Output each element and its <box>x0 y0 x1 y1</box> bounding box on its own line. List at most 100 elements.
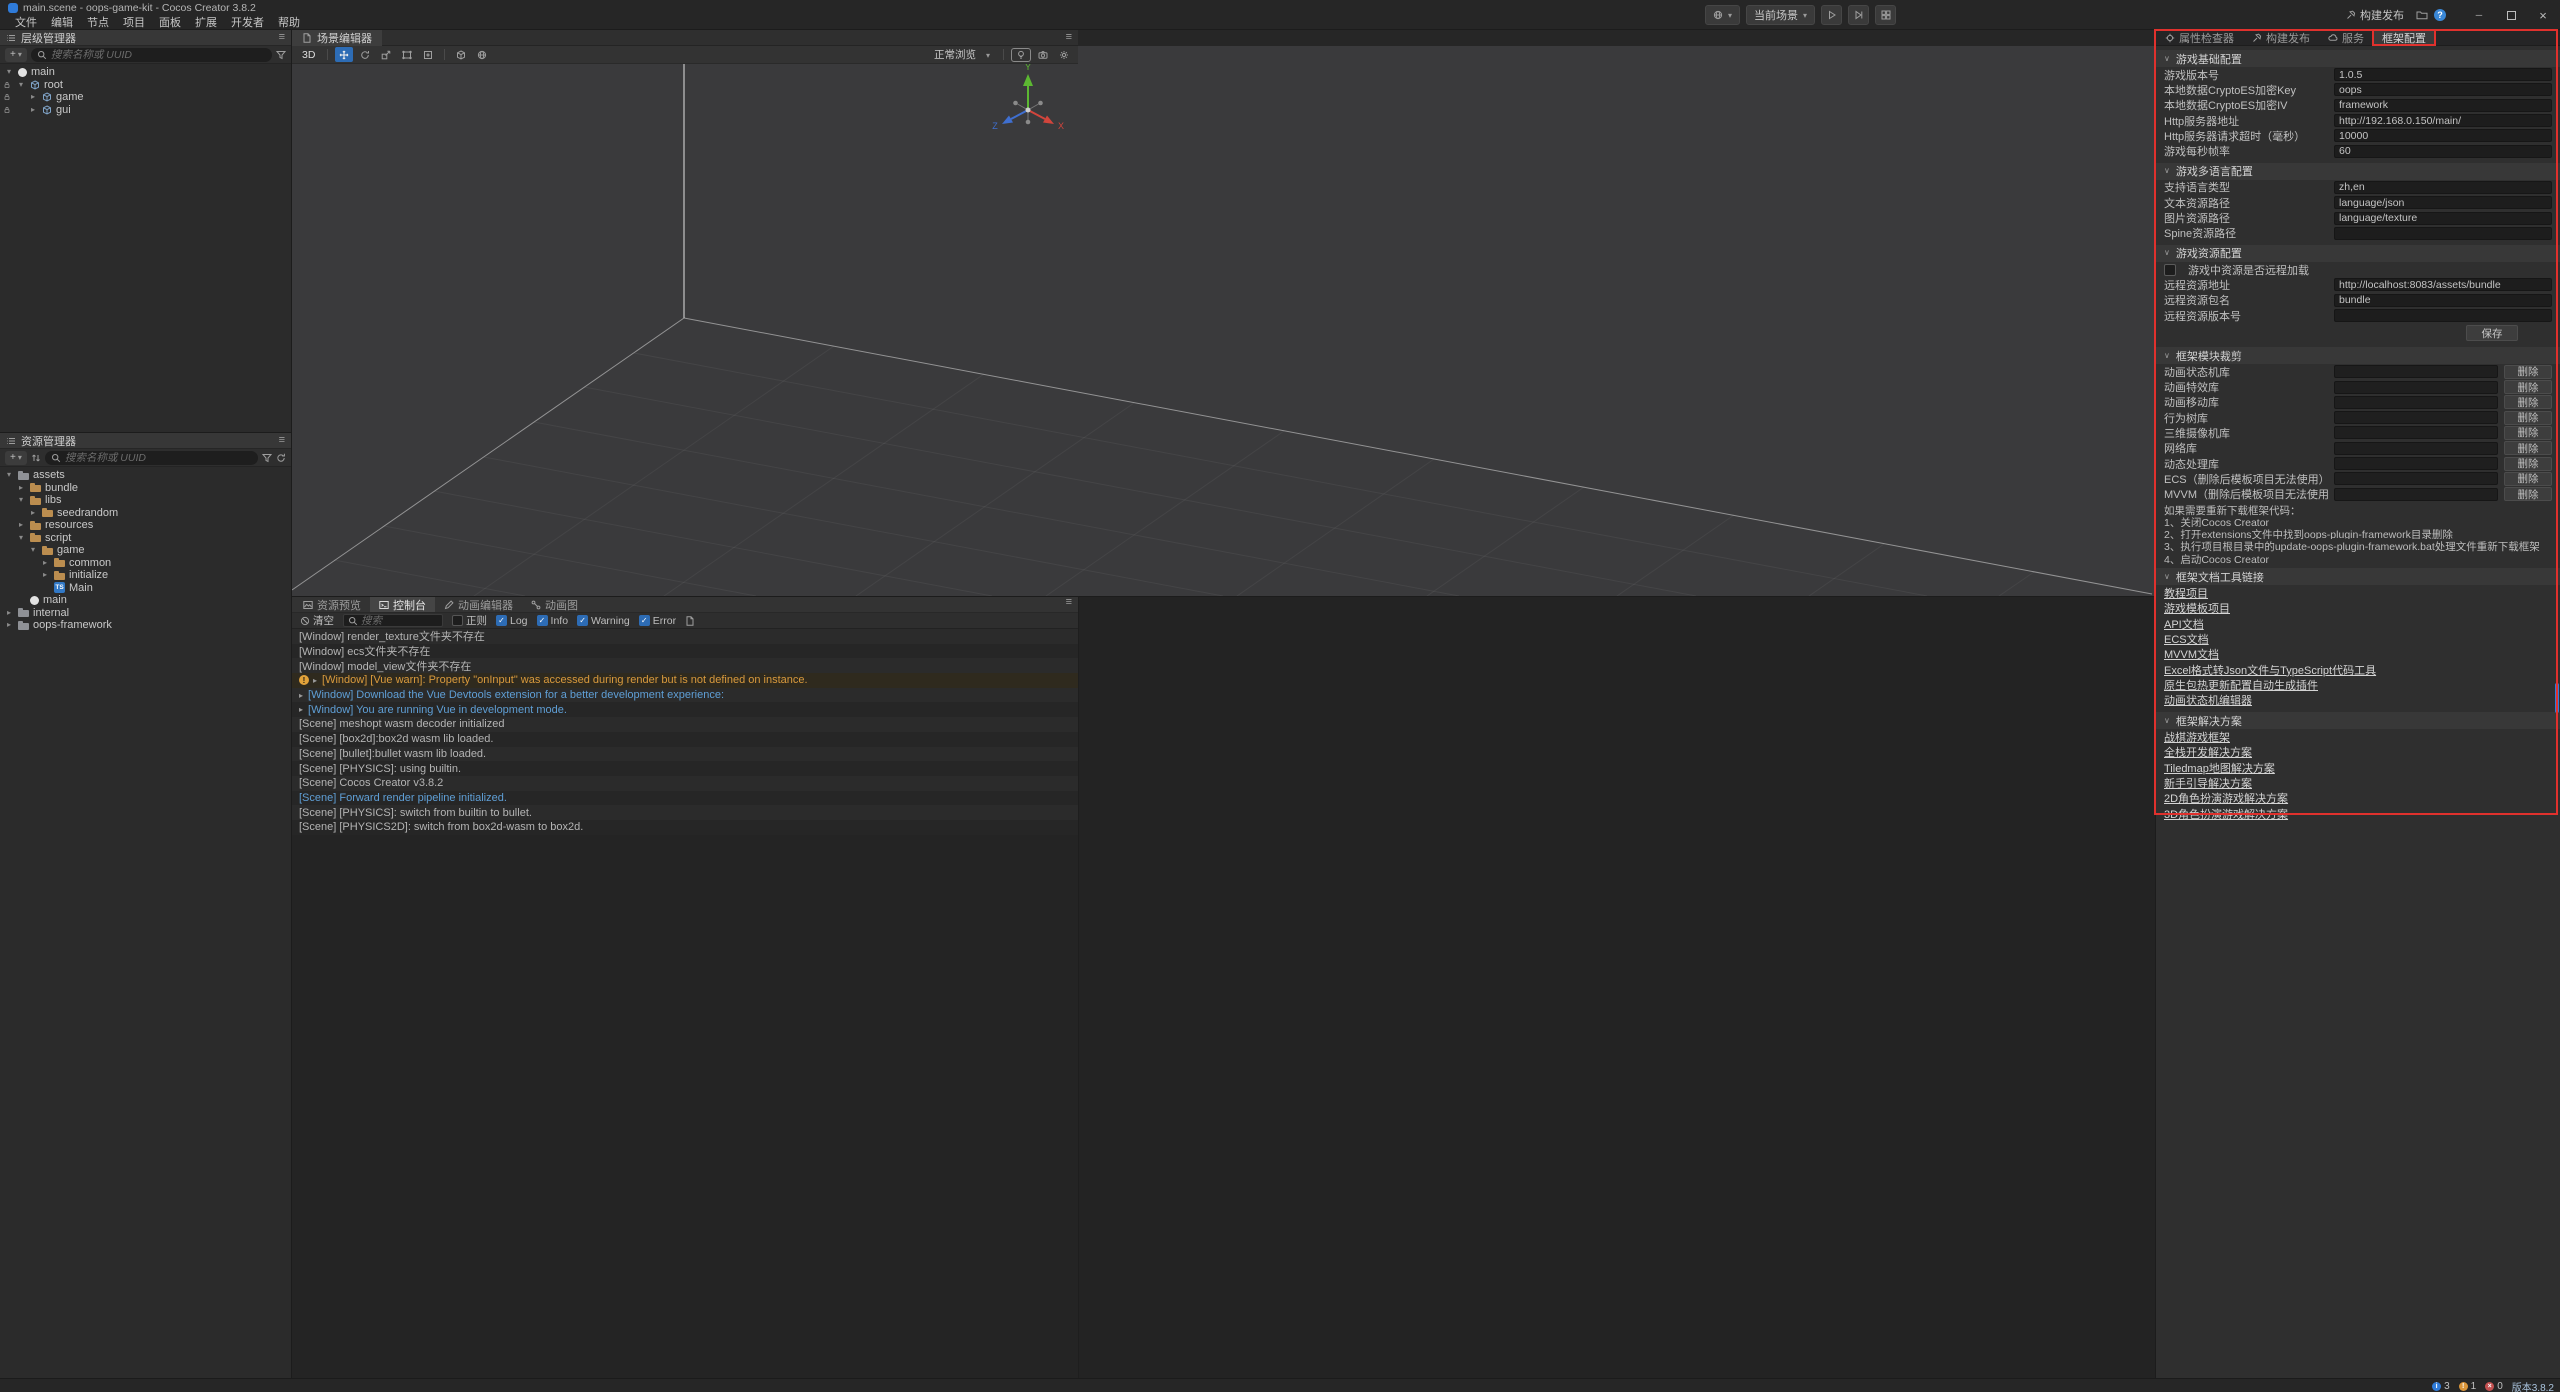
hierarchy-node-main[interactable]: main <box>0 66 291 79</box>
solution-link[interactable]: 全栈开发解决方案 <box>2156 745 2260 760</box>
asset-node[interactable]: seedrandom <box>0 507 291 520</box>
chevron-right-icon[interactable] <box>43 559 54 567</box>
hierarchy-node-root[interactable]: root <box>0 79 291 92</box>
error-count[interactable]: 0 <box>2485 1381 2503 1392</box>
close-button[interactable] <box>2530 0 2556 30</box>
filter-error-toggle[interactable]: Error <box>639 615 676 627</box>
log-row[interactable]: [Window] ecs文件夹不存在 <box>292 644 1078 659</box>
asset-node[interactable]: initialize <box>0 569 291 582</box>
menu-developer[interactable]: 开发者 <box>224 15 271 31</box>
menu-node[interactable]: 节点 <box>80 15 116 31</box>
lock-icon[interactable] <box>3 93 11 101</box>
section-resource-config[interactable]: 游戏资源配置 <box>2156 245 2560 262</box>
tab-property-inspector[interactable]: 属性检查器 <box>2156 30 2243 45</box>
checkbox-checked-icon[interactable] <box>496 615 507 626</box>
log-row[interactable]: [Scene] [box2d]:box2d wasm lib loaded. <box>292 732 1078 747</box>
open-project-folder-icon[interactable] <box>2416 9 2428 21</box>
scene-settings-button[interactable] <box>1055 47 1073 62</box>
tab-animation-graph[interactable]: 动画图 <box>522 597 587 612</box>
chevron-right-icon[interactable] <box>7 609 18 617</box>
pivot-mode-button[interactable] <box>452 47 470 62</box>
log-row[interactable]: [Scene] [PHYSICS2D]: switch from box2d-w… <box>292 820 1078 835</box>
solution-link[interactable]: Tiledmap地图解决方案 <box>2156 760 2283 775</box>
solution-link[interactable]: 2D角色扮演游戏解决方案 <box>2156 791 2296 806</box>
menu-file[interactable]: 文件 <box>8 15 44 31</box>
expand-arrow-icon[interactable] <box>299 691 303 700</box>
chevron-right-icon[interactable] <box>31 509 42 517</box>
log-row[interactable]: [Scene] [PHYSICS]: using builtin. <box>292 761 1078 776</box>
delete-module-button[interactable]: 删除 <box>2504 365 2552 379</box>
chevron-right-icon[interactable] <box>31 106 42 114</box>
3d-toggle-button[interactable]: 3D <box>297 49 320 61</box>
layout-button[interactable] <box>1875 5 1896 25</box>
checkbox-checked-icon[interactable] <box>537 615 548 626</box>
filter-log-toggle[interactable]: Log <box>496 615 528 627</box>
doc-link[interactable]: ECS文档 <box>2156 631 2217 646</box>
doc-link[interactable]: Excel格式转Json文件与TypeScript代码工具 <box>2156 662 2384 677</box>
console-search-input[interactable] <box>361 615 433 627</box>
console-search[interactable] <box>343 614 443 627</box>
doc-link[interactable]: 原生包热更新配置自动生成插件 <box>2156 677 2326 692</box>
hierarchy-node-game[interactable]: game <box>0 91 291 104</box>
menu-help[interactable]: 帮助 <box>271 15 307 31</box>
delete-module-button[interactable]: 删除 <box>2504 441 2552 455</box>
delete-module-button[interactable]: 删除 <box>2504 457 2552 471</box>
save-button[interactable]: 保存 <box>2466 325 2518 341</box>
panel-menu-icon[interactable] <box>1066 597 1072 612</box>
remote-load-checkbox[interactable] <box>2164 264 2176 276</box>
assets-search[interactable] <box>45 451 258 465</box>
crypto-iv-input[interactable] <box>2334 99 2552 112</box>
hierarchy-search-input[interactable] <box>51 49 266 61</box>
tab-build-publish[interactable]: 构建发布 <box>2243 30 2319 45</box>
checkbox-icon[interactable] <box>452 615 463 626</box>
asset-node[interactable]: game <box>0 544 291 557</box>
chevron-right-icon[interactable] <box>43 571 54 579</box>
chevron-right-icon[interactable] <box>19 521 30 529</box>
spine-path-input[interactable] <box>2334 227 2552 240</box>
log-row[interactable]: [Window] render_texture文件夹不存在 <box>292 629 1078 644</box>
inspector-scrollbar-thumb[interactable] <box>2555 683 2559 713</box>
filter-icon[interactable] <box>262 453 272 463</box>
console-log-list[interactable]: [Window] render_texture文件夹不存在 [Window] e… <box>292 629 1078 1378</box>
asset-node[interactable]: resources <box>0 519 291 532</box>
log-row-warning[interactable]: [Window] [Vue warn]: Property "onInput" … <box>292 673 1078 688</box>
menu-panel[interactable]: 面板 <box>152 15 188 31</box>
checkbox-checked-icon[interactable] <box>639 615 650 626</box>
asset-node[interactable]: oops-framework <box>0 619 291 632</box>
log-row-info[interactable]: [Scene] Forward render pipeline initiali… <box>292 791 1078 806</box>
panel-menu-icon[interactable] <box>279 435 285 446</box>
asset-node[interactable]: common <box>0 557 291 570</box>
minimize-button[interactable] <box>2466 0 2492 30</box>
checkbox-checked-icon[interactable] <box>577 615 588 626</box>
delete-module-button[interactable]: 删除 <box>2504 411 2552 425</box>
log-row[interactable]: [Scene] [bullet]:bullet wasm lib loaded. <box>292 747 1078 762</box>
tab-animation-editor[interactable]: 动画编辑器 <box>435 597 522 612</box>
menu-project[interactable]: 项目 <box>116 15 152 31</box>
scene-viewport[interactable] <box>292 46 2155 596</box>
scene-light-toggle[interactable] <box>1011 48 1031 62</box>
tab-asset-preview[interactable]: 资源预览 <box>294 597 370 612</box>
language-types-input[interactable] <box>2334 181 2552 194</box>
filter-info-toggle[interactable]: Info <box>537 615 569 627</box>
current-scene-select[interactable]: 当前场景 <box>1746 5 1815 25</box>
asset-node[interactable]: libs <box>0 494 291 507</box>
log-row-info[interactable]: [Window] You are running Vue in developm… <box>292 702 1078 717</box>
preview-platform-button[interactable] <box>1705 5 1740 25</box>
create-node-button[interactable] <box>5 48 27 62</box>
panel-menu-icon[interactable] <box>279 32 285 43</box>
log-row-info[interactable]: [Window] Download the Vue Devtools exten… <box>292 688 1078 703</box>
lock-icon[interactable] <box>3 81 11 89</box>
solution-link[interactable]: 新手引导解决方案 <box>2156 775 2260 790</box>
expand-arrow-icon[interactable] <box>299 705 303 714</box>
expand-arrow-icon[interactable] <box>313 676 317 685</box>
solution-link[interactable]: 3D角色扮演游戏解决方案 <box>2156 806 2296 821</box>
chevron-right-icon[interactable] <box>31 93 42 101</box>
warning-count[interactable]: 1 <box>2459 1381 2477 1392</box>
doc-link[interactable]: 教程项目 <box>2156 585 2216 600</box>
tab-framework-config[interactable]: 框架配置 <box>2373 30 2435 45</box>
log-row[interactable]: [Window] model_view文件夹不存在 <box>292 658 1078 673</box>
maximize-button[interactable] <box>2498 0 2524 30</box>
asset-node[interactable]: main <box>0 594 291 607</box>
help-icon[interactable] <box>2434 9 2446 21</box>
doc-link[interactable]: 游戏模板项目 <box>2156 600 2238 615</box>
